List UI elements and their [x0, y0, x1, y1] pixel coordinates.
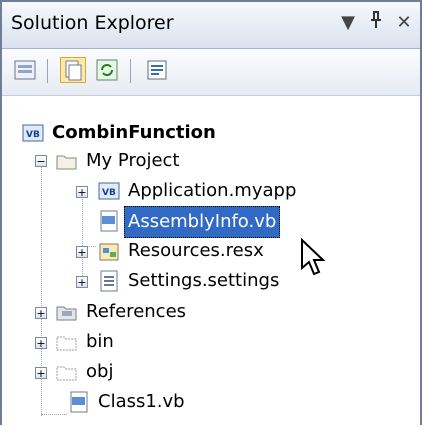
tree-node-my-project[interactable]: My Project: [56, 146, 184, 176]
root-label: CombinFunction: [52, 122, 216, 143]
vb-file-icon: [70, 391, 88, 413]
expand-bin-icon[interactable]: +: [35, 337, 47, 349]
expand-references-icon[interactable]: +: [35, 307, 47, 319]
solution-explorer-panel: Solution Explorer ▼ ✕ VB CombinFunction …: [0, 0, 422, 425]
mouse-cursor-icon: [301, 238, 326, 276]
close-icon[interactable]: ✕: [391, 10, 417, 36]
show-all-files-icon[interactable]: [60, 57, 86, 83]
folder-icon: [56, 366, 77, 381]
resources-icon: [99, 243, 119, 261]
tree-node-resources-resx[interactable]: Resources.resx: [98, 236, 268, 266]
tree-node-references[interactable]: References: [56, 297, 190, 327]
tree-guide: [41, 414, 67, 415]
expand-obj-icon[interactable]: +: [35, 367, 47, 379]
svg-text:VB: VB: [102, 188, 116, 198]
window-position-dropdown-icon[interactable]: ▼: [335, 10, 361, 36]
folder-icon: [56, 336, 77, 351]
tree-node-settings-settings[interactable]: Settings.settings: [98, 266, 283, 296]
tree-node-solution-root[interactable]: VB CombinFunction: [22, 118, 220, 148]
tree-node-obj[interactable]: obj: [56, 357, 117, 387]
references-folder-icon: [56, 306, 77, 321]
view-code-icon[interactable]: [144, 57, 170, 83]
expand-settings-icon[interactable]: +: [76, 276, 88, 288]
tree-node-application-myapp[interactable]: VB Application.myapp: [98, 176, 300, 206]
tree-node-bin[interactable]: bin: [56, 327, 118, 357]
title-bar: Solution Explorer ▼ ✕: [2, 2, 420, 49]
pin-icon[interactable]: [363, 10, 389, 36]
vb-file-icon: [100, 210, 118, 232]
tree-guide: [82, 190, 83, 280]
vb-app-icon: VB: [98, 182, 120, 200]
tree-node-assemblyinfo-vb[interactable]: AssemblyInfo.vb: [98, 206, 281, 238]
svg-text:VB: VB: [26, 130, 40, 140]
collapse-my-project-icon[interactable]: −: [35, 155, 47, 167]
solution-tree: VB CombinFunction − My Project + VB Appl…: [2, 96, 420, 427]
expand-application-icon[interactable]: +: [76, 186, 88, 198]
toolbar: [2, 49, 420, 96]
open-folder-icon: [56, 155, 77, 170]
vb-project-icon: VB: [22, 124, 44, 142]
tree-node-class1-vb[interactable]: Class1.vb: [68, 387, 189, 417]
toolbar-separator: [47, 59, 48, 83]
expand-resources-icon[interactable]: +: [76, 246, 88, 258]
refresh-icon[interactable]: [94, 57, 120, 83]
panel-title: Solution Explorer: [11, 12, 174, 34]
settings-file-icon: [100, 270, 118, 292]
toolbar-separator-2: [130, 59, 131, 83]
properties-icon[interactable]: [12, 57, 38, 83]
